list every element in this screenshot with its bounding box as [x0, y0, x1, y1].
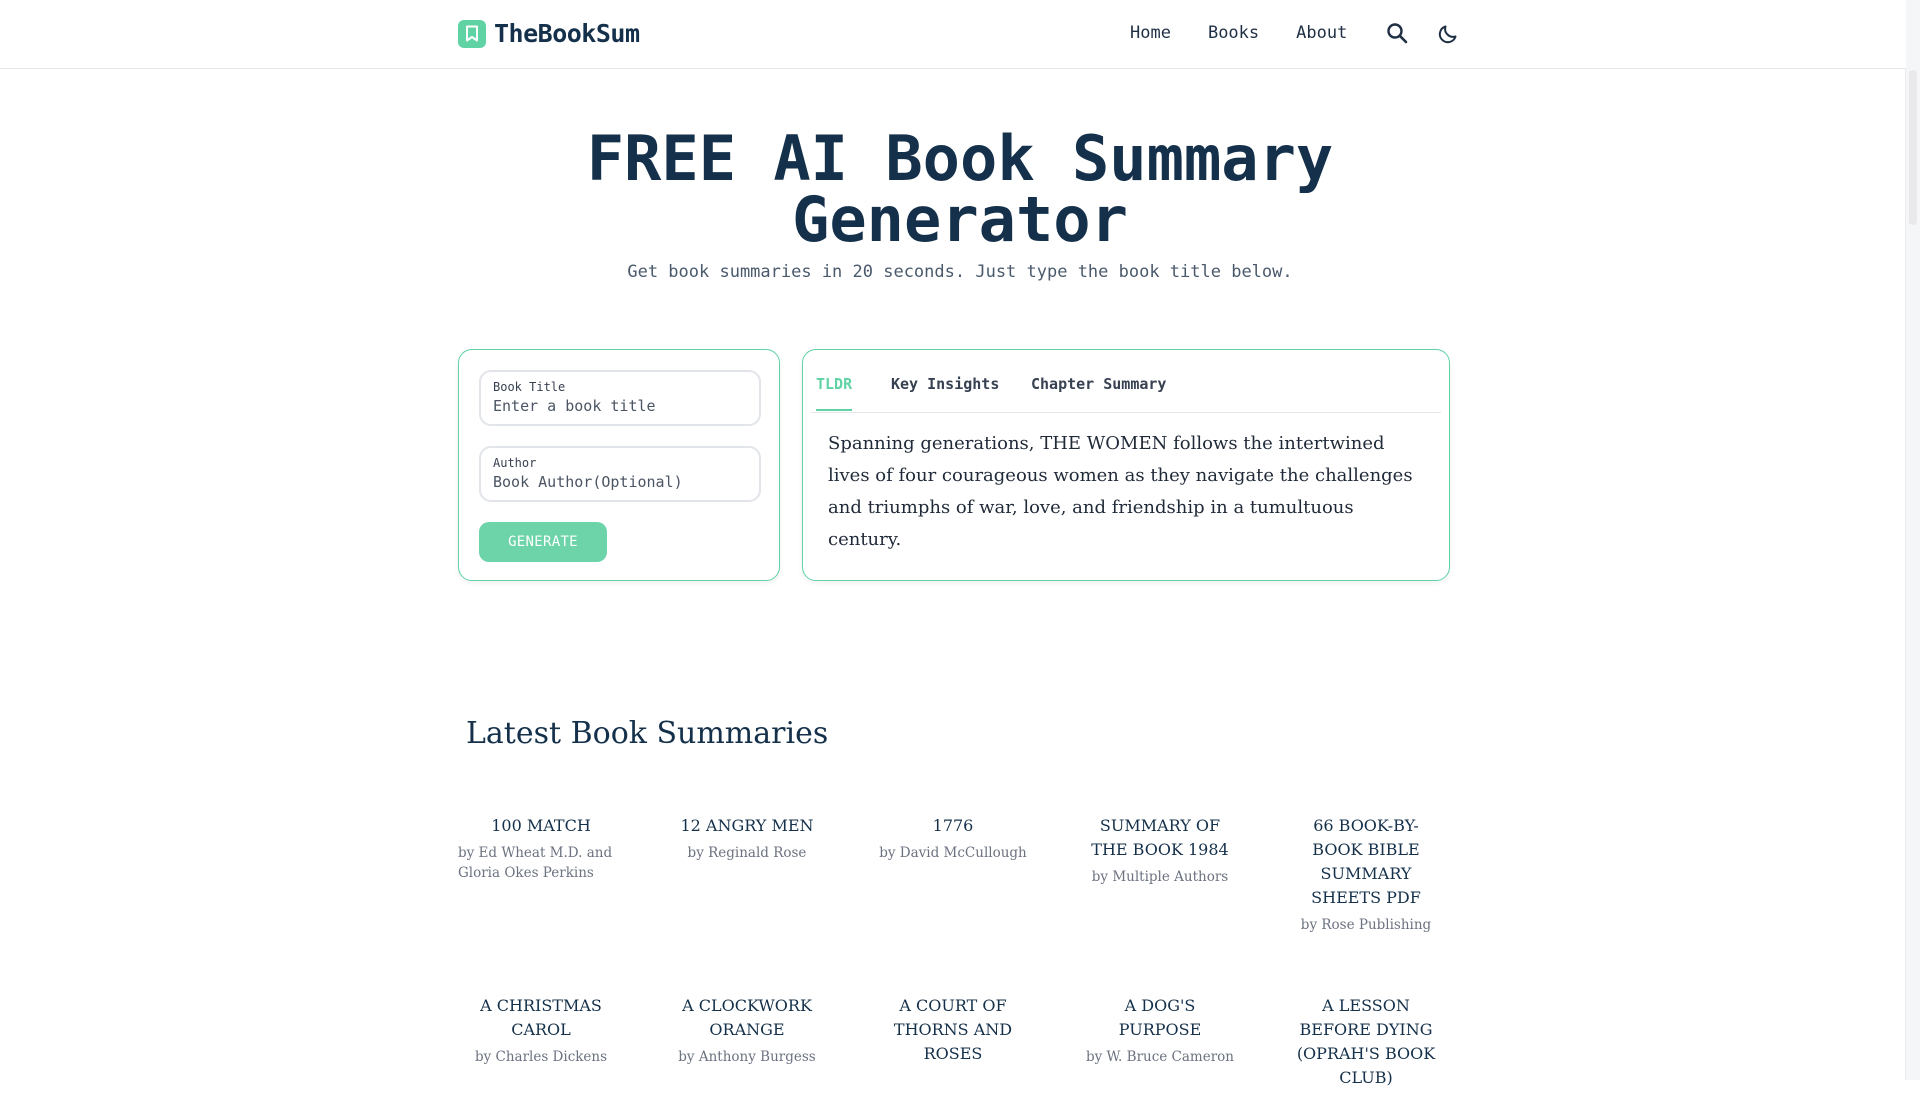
summary-result-card: TLDR Key Insights Chapter Summary Spanni…: [802, 349, 1450, 581]
book-card[interactable]: 100 MATCH by Ed Wheat M.D. and Gloria Ok…: [458, 814, 616, 883]
book-title[interactable]: A CLOCKWORK ORANGE: [672, 994, 822, 1042]
summary-tabs: TLDR Key Insights Chapter Summary: [811, 350, 1441, 413]
scrollbar-thumb[interactable]: [1909, 70, 1917, 225]
book-author: by Reginald Rose: [687, 845, 807, 861]
page-scrollbar[interactable]: [1905, 0, 1920, 1080]
book-title[interactable]: A COURT OF THORNS AND ROSES: [878, 994, 1028, 1066]
book-author: by Rose Publishing: [1300, 917, 1432, 933]
tab-chapter-summary[interactable]: Chapter Summary: [1031, 375, 1166, 409]
book-title-input[interactable]: [493, 397, 743, 415]
tab-key-insights[interactable]: Key Insights: [891, 375, 999, 409]
book-title[interactable]: 1776: [878, 814, 1028, 838]
book-title[interactable]: 100 MATCH: [466, 814, 616, 838]
top-navbar: TheBookSum Home Books About: [0, 0, 1906, 69]
latest-summaries-heading: Latest Book Summaries: [466, 716, 829, 751]
book-title[interactable]: A CHRISTMAS CAROL: [466, 994, 616, 1042]
tab-tldr[interactable]: TLDR: [816, 375, 853, 411]
book-card[interactable]: 66 BOOK-BY-BOOK BIBLE SUMMARY SHEETS PDF…: [1291, 814, 1441, 935]
nav-home-link[interactable]: Home: [1130, 23, 1171, 43]
main-nav: Home Books About: [1130, 20, 1488, 46]
book-card[interactable]: A COURT OF THORNS AND ROSES: [878, 994, 1028, 1071]
book-title[interactable]: SUMMARY OF THE BOOK 1984: [1085, 814, 1235, 862]
author-field[interactable]: Author: [479, 446, 761, 502]
book-author: by Multiple Authors: [1091, 869, 1229, 885]
book-title-label: Book Title: [493, 380, 566, 394]
book-author: by David McCullough: [879, 845, 1027, 861]
author-input[interactable]: [493, 473, 743, 491]
book-title[interactable]: A DOG'S PURPOSE: [1085, 994, 1235, 1042]
book-author: by W. Bruce Cameron: [1085, 1049, 1234, 1065]
book-author: by Ed Wheat M.D. and Gloria Okes Perkins: [458, 845, 613, 881]
book-title[interactable]: 66 BOOK-BY-BOOK BIBLE SUMMARY SHEETS PDF: [1291, 814, 1441, 910]
bookmark-icon: [458, 19, 486, 48]
hero-subtitle: Get book summaries in 20 seconds. Just t…: [627, 262, 1293, 282]
book-title[interactable]: 12 ANGRY MEN: [672, 814, 822, 838]
hero-title: FREE AI Book Summary Generator: [460, 128, 1460, 251]
moon-icon[interactable]: [1436, 20, 1462, 46]
generate-button[interactable]: GENERATE: [479, 522, 607, 562]
tldr-summary-text: Spanning generations, THE WOMEN follows …: [828, 433, 1413, 550]
book-card[interactable]: A DOG'S PURPOSE by W. Bruce Cameron: [1085, 994, 1235, 1067]
search-icon[interactable]: [1384, 20, 1410, 46]
book-card[interactable]: 12 ANGRY MEN by Reginald Rose: [672, 814, 822, 863]
hero-title-line2: Generator: [792, 183, 1128, 256]
book-card[interactable]: A CHRISTMAS CAROL by Charles Dickens: [466, 994, 616, 1067]
brand-logo[interactable]: TheBookSum: [458, 19, 640, 48]
brand-name: TheBookSum: [494, 19, 640, 48]
book-author: by Anthony Burgess: [678, 1049, 816, 1065]
book-card[interactable]: 1776 by David McCullough: [878, 814, 1028, 863]
book-card[interactable]: SUMMARY OF THE BOOK 1984 by Multiple Aut…: [1085, 814, 1235, 887]
nav-books-link[interactable]: Books: [1208, 23, 1259, 43]
author-label: Author: [493, 456, 537, 470]
book-title[interactable]: A LESSON BEFORE DYING (OPRAH'S BOOK CLUB…: [1291, 994, 1441, 1090]
summary-form-card: Book Title Author GENERATE: [458, 349, 780, 581]
book-author: by Charles Dickens: [474, 1049, 608, 1065]
book-card[interactable]: A CLOCKWORK ORANGE by Anthony Burgess: [672, 994, 822, 1067]
nav-about-link[interactable]: About: [1296, 23, 1347, 43]
book-title-field[interactable]: Book Title: [479, 370, 761, 426]
